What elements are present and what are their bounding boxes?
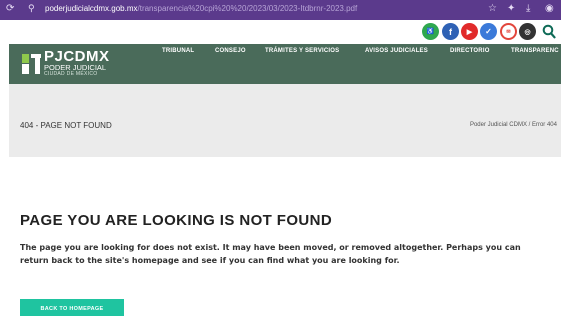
accessibility-icon[interactable]: ♿	[422, 23, 439, 40]
nav-tramites[interactable]: TRÁMITES Y SERVICIOS	[265, 48, 339, 54]
vivo-icon[interactable]: ✉	[500, 23, 517, 40]
extensions-icon[interactable]: ✦	[507, 3, 515, 15]
nav-transparencia[interactable]: TRANSPARENC	[511, 48, 559, 54]
breadcrumb[interactable]: Poder Judicial CDMX / Error 404	[470, 122, 557, 128]
url-host: poderjudicialcdmx.gob.mx	[45, 4, 138, 13]
nav-avisos[interactable]: AVISOS JUDICIALES	[365, 48, 428, 54]
browser-url-bar: ⟳ ⚲ poderjudicialcdmx.gob.mx/transparenc…	[0, 0, 561, 20]
error-message: The page you are looking for does not ex…	[20, 243, 521, 265]
star-icon[interactable]: ☆	[488, 3, 497, 15]
nav-consejo[interactable]: CONSEJO	[215, 48, 246, 54]
page-title-band: 404 - PAGE NOT FOUND Poder Judicial CDMX…	[9, 84, 561, 157]
site-info-icon[interactable]: ⚲	[28, 3, 35, 15]
youtube-icon[interactable]: ▶	[461, 23, 478, 40]
nav-directorio[interactable]: DIRECTORIO	[450, 48, 490, 54]
instagram-icon[interactable]: ◎	[519, 23, 536, 40]
social-strip: ♿ f ▶ ✓ ✉ ◎	[0, 20, 561, 44]
page-title: 404 - PAGE NOT FOUND	[20, 121, 112, 130]
twitter-icon[interactable]: ✓	[480, 23, 497, 40]
download-icon[interactable]: ⤓	[526, 3, 530, 15]
facebook-icon[interactable]: f	[442, 23, 459, 40]
address-bar[interactable]: poderjudicialcdmx.gob.mx/transparencia%2…	[45, 4, 357, 13]
nav-tribunal[interactable]: TRIBUNAL	[162, 48, 194, 54]
logo-city: CIUDAD DE MÉXICO	[44, 71, 98, 77]
logo-mark-icon[interactable]	[22, 52, 42, 76]
back-to-homepage-button[interactable]: BACK TO HOMEPAGE	[20, 299, 124, 316]
profile-icon[interactable]: ◉	[545, 3, 554, 15]
url-path: /transparencia%20cpi%20%20/2023/03/2023-…	[137, 4, 358, 13]
reload-icon[interactable]: ⟳	[6, 3, 14, 15]
error-heading: PAGE YOU ARE LOOKING IS NOT FOUND	[20, 212, 333, 229]
search-icon[interactable]	[542, 24, 556, 39]
site-header: PJCDMX PODER JUDICIAL CIUDAD DE MÉXICO T…	[9, 44, 561, 84]
